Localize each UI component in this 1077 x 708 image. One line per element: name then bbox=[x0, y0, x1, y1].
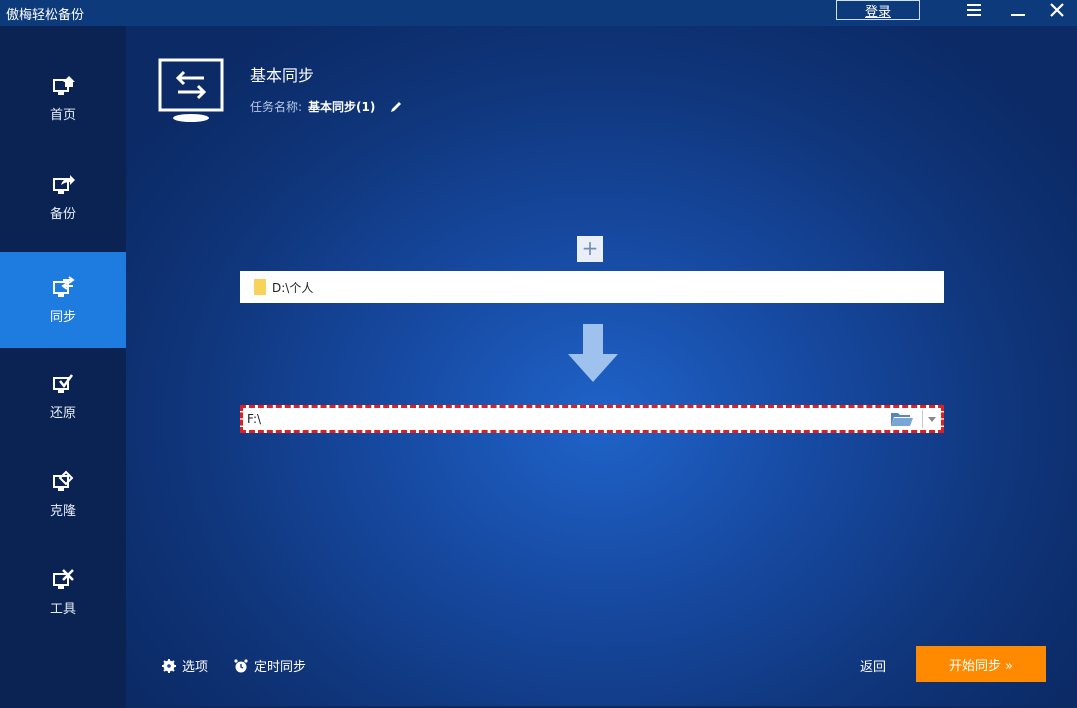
sidebar-item-label: 还原 bbox=[49, 405, 76, 421]
sync-monitor-icon bbox=[158, 58, 224, 122]
source-folder-field[interactable]: D:\个人 bbox=[240, 271, 944, 303]
back-button[interactable]: 返回 bbox=[860, 656, 886, 675]
add-source-button[interactable]: + bbox=[577, 236, 603, 262]
restore-icon bbox=[53, 373, 74, 393]
divider bbox=[922, 410, 923, 428]
title-bar: 傲梅轻松备份 登录 bbox=[0, 0, 1077, 26]
close-icon[interactable] bbox=[1045, 0, 1069, 20]
folder-icon bbox=[254, 279, 266, 295]
home-icon bbox=[53, 75, 75, 95]
sidebar-item-home[interactable]: 首页 bbox=[0, 50, 126, 146]
alarm-clock-icon bbox=[234, 658, 248, 672]
destination-path-field[interactable]: F:\ bbox=[240, 405, 944, 433]
schedule-sync-button[interactable]: 定时同步 bbox=[234, 656, 306, 675]
sidebar-item-sync[interactable]: 同步 bbox=[0, 252, 126, 348]
folder-open-icon[interactable] bbox=[890, 411, 914, 427]
schedule-label: 定时同步 bbox=[254, 660, 307, 675]
options-button[interactable]: 选项 bbox=[162, 656, 208, 675]
app-title: 傲梅轻松备份 bbox=[6, 7, 85, 23]
pencil-icon[interactable] bbox=[389, 100, 403, 114]
sidebar-item-label: 工具 bbox=[49, 601, 76, 617]
destination-path: F:\ bbox=[247, 412, 262, 426]
sidebar-item-clone[interactable]: 克隆 bbox=[0, 446, 126, 542]
sidebar-item-label: 备份 bbox=[49, 206, 76, 222]
sidebar-item-label: 首页 bbox=[49, 107, 76, 123]
backup-icon bbox=[53, 174, 75, 194]
clone-icon bbox=[53, 470, 74, 491]
page-title: 基本同步 bbox=[250, 66, 315, 85]
sidebar-item-restore[interactable]: 还原 bbox=[0, 348, 126, 444]
start-sync-button[interactable]: 开始同步 » bbox=[916, 646, 1046, 682]
options-label: 选项 bbox=[182, 660, 209, 675]
sidebar-item-label: 同步 bbox=[49, 309, 76, 325]
tools-icon bbox=[53, 568, 74, 589]
gear-icon bbox=[162, 658, 176, 673]
task-name-label: 任务名称: bbox=[250, 100, 303, 114]
chevron-down-icon[interactable] bbox=[927, 414, 937, 424]
task-name-row: 任务名称: 基本同步(1) bbox=[250, 98, 403, 115]
sync-icon bbox=[53, 275, 75, 297]
main-panel: 基本同步 任务名称: 基本同步(1) + D:\个人 F:\ 选项 定时同步 返… bbox=[126, 26, 1077, 706]
sidebar-item-tools[interactable]: 工具 bbox=[0, 544, 126, 640]
task-name-value: 基本同步(1) bbox=[308, 100, 376, 114]
minimize-icon[interactable] bbox=[1006, 0, 1030, 20]
login-button[interactable]: 登录 bbox=[836, 0, 920, 20]
source-path: D:\个人 bbox=[272, 280, 314, 295]
menu-icon[interactable] bbox=[962, 0, 986, 20]
sidebar: 首页 备份 同步 还原 克隆 工具 bbox=[0, 26, 126, 708]
sidebar-item-label: 克隆 bbox=[49, 503, 76, 519]
arrow-down-icon bbox=[568, 324, 618, 382]
sidebar-item-backup[interactable]: 备份 bbox=[0, 149, 126, 245]
login-label: 登录 bbox=[864, 4, 891, 20]
